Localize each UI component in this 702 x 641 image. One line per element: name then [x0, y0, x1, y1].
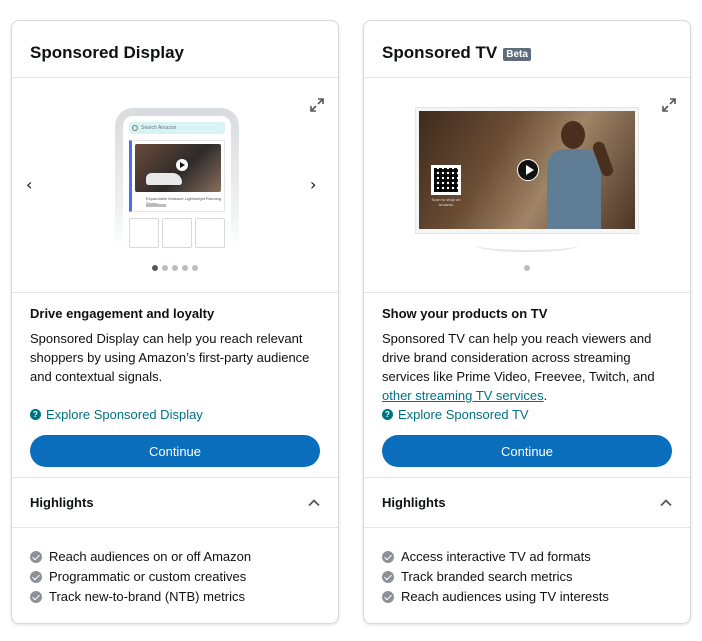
- description-text: Sponsored TV can help you reach viewers …: [382, 331, 655, 384]
- carousel-dot[interactable]: [182, 265, 188, 271]
- highlights-title: Highlights: [382, 495, 446, 510]
- check-circle-icon: [382, 551, 394, 563]
- highlights-title: Highlights: [30, 495, 94, 510]
- highlights-toggle[interactable]: Highlights: [364, 478, 690, 528]
- help-icon: ?: [382, 409, 393, 420]
- highlight-text: Programmatic or custom creatives: [49, 569, 247, 584]
- qr-code-icon: [431, 165, 461, 195]
- card-heading: Show your products on TV: [382, 306, 548, 321]
- highlight-text: Reach audiences on or off Amazon: [49, 549, 252, 564]
- expand-icon[interactable]: [310, 98, 324, 112]
- explore-link-label: Explore Sponsored TV: [398, 407, 529, 422]
- highlight-text: Reach audiences using TV interests: [401, 589, 609, 604]
- other-streaming-services-link[interactable]: other streaming TV services: [382, 388, 544, 403]
- media-carousel: ‹ › Search Amazon Expandable Moisture Li…: [12, 78, 338, 293]
- qr-caption: Scan to shop on Amazon: [431, 197, 461, 207]
- carousel-dots: [364, 265, 690, 271]
- continue-button[interactable]: Continue: [382, 435, 672, 467]
- chevron-up-icon: [308, 498, 320, 506]
- check-circle-icon: [30, 571, 42, 583]
- card-description: Sponsored TV can help you reach viewers …: [382, 329, 672, 405]
- play-icon: [176, 159, 188, 171]
- phone-illustration: Search Amazon Expandable Moisture Lightw…: [115, 108, 239, 248]
- explore-sponsored-display-link[interactable]: ? Explore Sponsored Display: [30, 407, 203, 422]
- media-carousel: Scan to shop on Amazon: [364, 78, 690, 293]
- highlight-text: Track branded search metrics: [401, 569, 573, 584]
- chevron-up-icon: [660, 498, 672, 506]
- phone-ad-creative: Expandable Moisture Lightweight Running …: [129, 140, 225, 212]
- card-header: Sponsored TV Beta: [364, 21, 690, 78]
- description-text: Sponsored Display can help you reach rel…: [30, 331, 310, 384]
- carousel-dot[interactable]: [524, 265, 530, 271]
- highlights-toggle[interactable]: Highlights: [12, 478, 338, 528]
- phone-search-bar: Search Amazon: [129, 122, 225, 134]
- carousel-dot[interactable]: [162, 265, 168, 271]
- carousel-dots: [12, 265, 338, 271]
- card-heading: Drive engagement and loyalty: [30, 306, 215, 321]
- explore-link-label: Explore Sponsored Display: [46, 407, 203, 422]
- help-icon: ?: [30, 409, 41, 420]
- carousel-dot[interactable]: [172, 265, 178, 271]
- expand-icon[interactable]: [662, 98, 676, 112]
- sponsored-display-card: Sponsored Display ‹ › Search Amazon Expa…: [11, 20, 339, 624]
- check-circle-icon: [30, 551, 42, 563]
- check-circle-icon: [382, 571, 394, 583]
- highlight-text: Access interactive TV ad formats: [401, 549, 591, 564]
- card-header: Sponsored Display: [12, 21, 338, 78]
- list-item: Reach audiences on or off Amazon: [30, 547, 320, 567]
- carousel-dot[interactable]: [152, 265, 158, 271]
- tv-video-preview: Scan to shop on Amazon: [419, 111, 635, 229]
- list-item: Track new-to-brand (NTB) metrics: [30, 587, 320, 607]
- play-icon[interactable]: [517, 159, 539, 181]
- highlights-section: Highlights Access interactive TV ad form…: [364, 477, 690, 623]
- highlights-section: Highlights Reach audiences on or off Ama…: [12, 477, 338, 623]
- list-item: Access interactive TV ad formats: [382, 547, 672, 567]
- list-item: Reach audiences using TV interests: [382, 587, 672, 607]
- person-image: [539, 119, 615, 229]
- check-circle-icon: [30, 591, 42, 603]
- search-icon: [132, 125, 138, 131]
- highlights-list: Access interactive TV ad formats Track b…: [364, 528, 690, 607]
- continue-button[interactable]: Continue: [30, 435, 320, 467]
- sponsored-tv-card: Sponsored TV Beta Scan to shop on Amazon…: [363, 20, 691, 624]
- description-tail: .: [543, 388, 548, 403]
- tv-stand: [475, 238, 579, 252]
- chevron-right-icon[interactable]: ›: [310, 177, 324, 193]
- phone-search-placeholder: Search Amazon: [141, 125, 177, 131]
- card-title: Sponsored TV: [382, 43, 498, 62]
- carousel-dot[interactable]: [192, 265, 198, 271]
- check-circle-icon: [382, 591, 394, 603]
- explore-sponsored-tv-link[interactable]: ? Explore Sponsored TV: [382, 407, 529, 422]
- shoe-image: [146, 173, 182, 185]
- card-title: Sponsored Display: [30, 43, 184, 62]
- list-item: Programmatic or custom creatives: [30, 567, 320, 587]
- tv-illustration: Scan to shop on Amazon: [415, 107, 639, 234]
- list-item: Track branded search metrics: [382, 567, 672, 587]
- card-description: Sponsored Display can help you reach rel…: [30, 329, 320, 386]
- highlight-text: Track new-to-brand (NTB) metrics: [49, 589, 245, 604]
- chevron-left-icon[interactable]: ‹: [26, 177, 40, 193]
- beta-badge: Beta: [503, 47, 531, 61]
- highlights-list: Reach audiences on or off Amazon Program…: [12, 528, 338, 607]
